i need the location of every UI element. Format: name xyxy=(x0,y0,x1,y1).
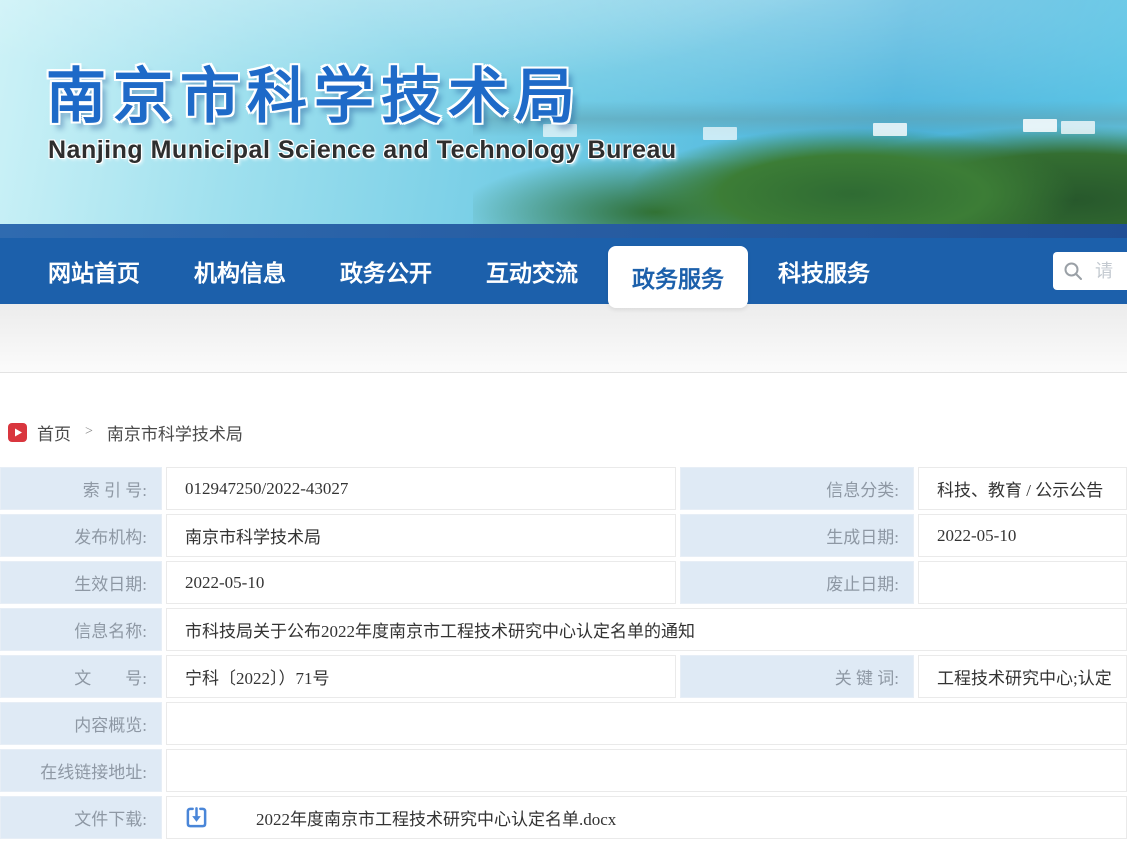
breadcrumb-separator: > xyxy=(85,424,93,440)
keywords-label: 关 键 词: xyxy=(680,655,914,698)
download-icon[interactable] xyxy=(185,806,208,829)
breadcrumb-home-icon xyxy=(8,423,27,442)
nav-list: 网站首页 机构信息 政务公开 互动交流 政务服务 科技服务 xyxy=(0,240,924,302)
created-date-value: 2022-05-10 xyxy=(918,514,1127,557)
info-name-label: 信息名称: xyxy=(0,608,162,651)
main-nav: 网站首页 机构信息 政务公开 互动交流 政务服务 科技服务 xyxy=(0,238,1127,304)
category-value: 科技、教育 / 公示公告 xyxy=(918,467,1127,510)
info-name-value: 市科技局关于公布2022年度南京市工程技术研究中心认定名单的通知 xyxy=(166,608,1127,651)
header-water-strip xyxy=(0,224,1127,238)
nav-item-home[interactable]: 网站首页 xyxy=(48,254,140,288)
search-input[interactable] xyxy=(1093,260,1127,283)
download-file-link[interactable]: 2022年度南京市工程技术研究中心认定名单.docx xyxy=(256,805,616,830)
abolished-date-label: 废止日期: xyxy=(680,561,914,604)
site-subtitle-english: Nanjing Municipal Science and Technology… xyxy=(48,136,677,165)
breadcrumb-home-link[interactable]: 首页 xyxy=(37,420,71,445)
search-icon[interactable] xyxy=(1063,261,1083,281)
doc-number-label: 文 号: xyxy=(0,655,162,698)
online-link-value xyxy=(166,749,1127,792)
index-number-value: 012947250/2022-43027 xyxy=(166,467,676,510)
nav-item-tech-services[interactable]: 科技服务 xyxy=(778,254,870,288)
nav-item-gov-services-active[interactable]: 政务服务 xyxy=(608,246,748,308)
publisher-label: 发布机构: xyxy=(0,514,162,557)
doc-number-value: 宁科〔2022〕）71号 xyxy=(166,655,676,698)
breadcrumb: 首页 > 南京市科学技术局 xyxy=(8,421,1127,443)
effective-date-value: 2022-05-10 xyxy=(166,561,676,604)
breadcrumb-current: 南京市科学技术局 xyxy=(107,420,243,445)
file-download-label: 文件下载: xyxy=(0,796,162,839)
site-title: 南京市科学技术局 xyxy=(46,48,582,135)
overview-label: 内容概览: xyxy=(0,702,162,745)
overview-value xyxy=(166,702,1127,745)
category-label: 信息分类: xyxy=(680,467,914,510)
subnav-band xyxy=(0,304,1127,373)
file-download-cell: 2022年度南京市工程技术研究中心认定名单.docx xyxy=(166,796,1127,839)
nav-item-interaction[interactable]: 互动交流 xyxy=(486,254,578,288)
nav-item-gov-disclosure[interactable]: 政务公开 xyxy=(340,254,432,288)
header-buildings xyxy=(1023,119,1057,132)
publisher-value: 南京市科学技术局 xyxy=(166,514,676,557)
nav-item-organization[interactable]: 机构信息 xyxy=(194,254,286,288)
effective-date-label: 生效日期: xyxy=(0,561,162,604)
header-banner: 南京市科学技术局 Nanjing Municipal Science and T… xyxy=(0,0,1127,238)
index-number-label: 索 引 号: xyxy=(0,467,162,510)
created-date-label: 生成日期: xyxy=(680,514,914,557)
search-box xyxy=(1053,252,1127,290)
document-info-table: 索 引 号: 012947250/2022-43027 信息分类: 科技、教育 … xyxy=(0,467,1127,839)
abolished-date-value xyxy=(918,561,1127,604)
keywords-value: 工程技术研究中心;认定 xyxy=(918,655,1127,698)
online-link-label: 在线链接地址: xyxy=(0,749,162,792)
